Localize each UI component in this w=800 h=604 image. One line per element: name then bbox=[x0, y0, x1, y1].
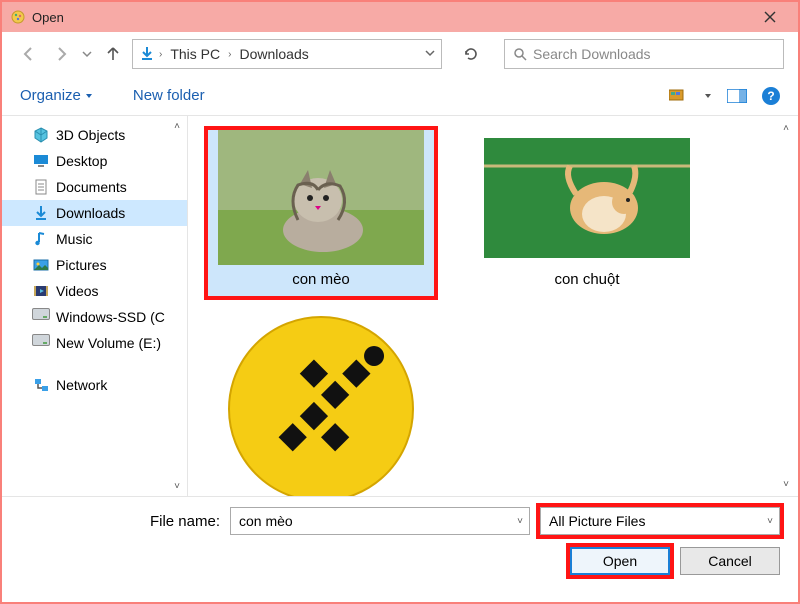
drive-icon bbox=[32, 308, 50, 326]
tree-item-3d[interactable]: 3D Objects bbox=[2, 122, 187, 148]
view-mode-button[interactable] bbox=[668, 85, 690, 107]
content-scroll-up[interactable]: ˄ bbox=[778, 120, 794, 136]
new-folder-button[interactable]: New folder bbox=[133, 87, 205, 104]
close-button[interactable] bbox=[750, 3, 790, 31]
downloads-icon bbox=[32, 204, 50, 222]
file-item[interactable] bbox=[208, 336, 434, 471]
tree-item-label: Videos bbox=[56, 283, 99, 299]
crumb-thispc[interactable]: This PC bbox=[166, 44, 224, 64]
content-scroll-down[interactable]: ˅ bbox=[778, 476, 794, 492]
file-list: ˄ con mèo con chuột ˅ bbox=[188, 116, 798, 496]
filename-label: File name: bbox=[20, 513, 220, 530]
cancel-button[interactable]: Cancel bbox=[680, 547, 780, 575]
nav-tree: ˄ 3D Objects Desktop Documents Downloads Mus… bbox=[2, 116, 188, 496]
thumbnail bbox=[484, 130, 690, 265]
network-icon bbox=[32, 376, 50, 394]
tree-item-drive[interactable]: Windows-SSD (C bbox=[2, 304, 187, 330]
file-item[interactable]: con chuột bbox=[474, 130, 700, 296]
forward-button[interactable] bbox=[48, 41, 74, 67]
tree-item-network[interactable]: Network bbox=[2, 372, 187, 398]
open-dialog: Open › This PC › Downloads Search Downlo… bbox=[0, 0, 800, 604]
desktop-icon bbox=[32, 152, 50, 170]
filetype-filter[interactable]: All Picture Files ˅ bbox=[540, 507, 780, 535]
search-input[interactable]: Search Downloads bbox=[504, 39, 784, 69]
tree-scroll-down[interactable]: ˅ bbox=[169, 478, 185, 494]
tree-scroll-up[interactable]: ˄ bbox=[169, 118, 185, 134]
thumbnail bbox=[218, 336, 424, 471]
refresh-button[interactable] bbox=[456, 39, 486, 69]
tree-item-label: Documents bbox=[56, 179, 127, 195]
up-button[interactable] bbox=[100, 41, 126, 67]
tree-item-desktop[interactable]: Desktop bbox=[2, 148, 187, 174]
search-icon bbox=[513, 47, 527, 61]
documents-icon bbox=[32, 178, 50, 196]
tree-item-drive[interactable]: New Volume (E:) bbox=[2, 330, 187, 356]
tree-item-label: Windows-SSD (C bbox=[56, 309, 165, 325]
chevron-down-icon[interactable] bbox=[704, 92, 712, 100]
file-name: con chuột bbox=[550, 265, 623, 296]
file-item[interactable]: con mèo bbox=[208, 130, 434, 296]
3d-icon bbox=[32, 126, 50, 144]
chevron-right-icon: › bbox=[159, 49, 162, 60]
tree-item-label: Desktop bbox=[56, 153, 107, 169]
tree-item-videos[interactable]: Videos bbox=[2, 278, 187, 304]
organize-menu[interactable]: Organize bbox=[20, 87, 93, 104]
chevron-down-icon[interactable]: ˅ bbox=[767, 516, 773, 527]
titlebar: Open bbox=[2, 2, 798, 32]
tree-item-music[interactable]: Music bbox=[2, 226, 187, 252]
app-icon bbox=[10, 9, 26, 25]
recent-dropdown[interactable] bbox=[80, 41, 94, 67]
tree-item-pictures[interactable]: Pictures bbox=[2, 252, 187, 278]
search-placeholder: Search Downloads bbox=[533, 46, 651, 62]
videos-icon bbox=[32, 282, 50, 300]
drive-icon bbox=[32, 334, 50, 352]
chevron-down-icon[interactable]: ˅ bbox=[517, 516, 523, 527]
tree-item-label: Network bbox=[56, 377, 107, 393]
file-name: con mèo bbox=[288, 265, 354, 296]
preview-pane-button[interactable] bbox=[726, 85, 748, 107]
crumb-downloads[interactable]: Downloads bbox=[235, 44, 312, 64]
tree-item-label: 3D Objects bbox=[56, 127, 125, 143]
tree-item-label: Music bbox=[56, 231, 93, 247]
breadcrumb[interactable]: › This PC › Downloads bbox=[132, 39, 442, 69]
chevron-down-icon[interactable] bbox=[425, 48, 435, 61]
window-title: Open bbox=[32, 10, 64, 25]
help-button[interactable]: ? bbox=[762, 87, 780, 105]
command-toolbar: Organize New folder ? bbox=[2, 76, 798, 116]
back-button[interactable] bbox=[16, 41, 42, 67]
tree-item-documents[interactable]: Documents bbox=[2, 174, 187, 200]
filename-input[interactable]: con mèo ˅ bbox=[230, 507, 530, 535]
dialog-footer: File name: con mèo ˅ All Picture Files ˅… bbox=[2, 496, 798, 589]
tree-item-label: Downloads bbox=[56, 205, 125, 221]
music-icon bbox=[32, 230, 50, 248]
thumbnail bbox=[218, 130, 424, 265]
pictures-icon bbox=[32, 256, 50, 274]
open-button[interactable]: Open bbox=[570, 547, 670, 575]
tree-item-downloads[interactable]: Downloads bbox=[2, 200, 187, 226]
downloads-icon bbox=[139, 45, 155, 64]
tree-item-label: Pictures bbox=[56, 257, 107, 273]
tree-item-label: New Volume (E:) bbox=[56, 335, 161, 351]
nav-toolbar: › This PC › Downloads Search Downloads bbox=[2, 32, 798, 76]
chevron-right-icon: › bbox=[228, 49, 231, 60]
